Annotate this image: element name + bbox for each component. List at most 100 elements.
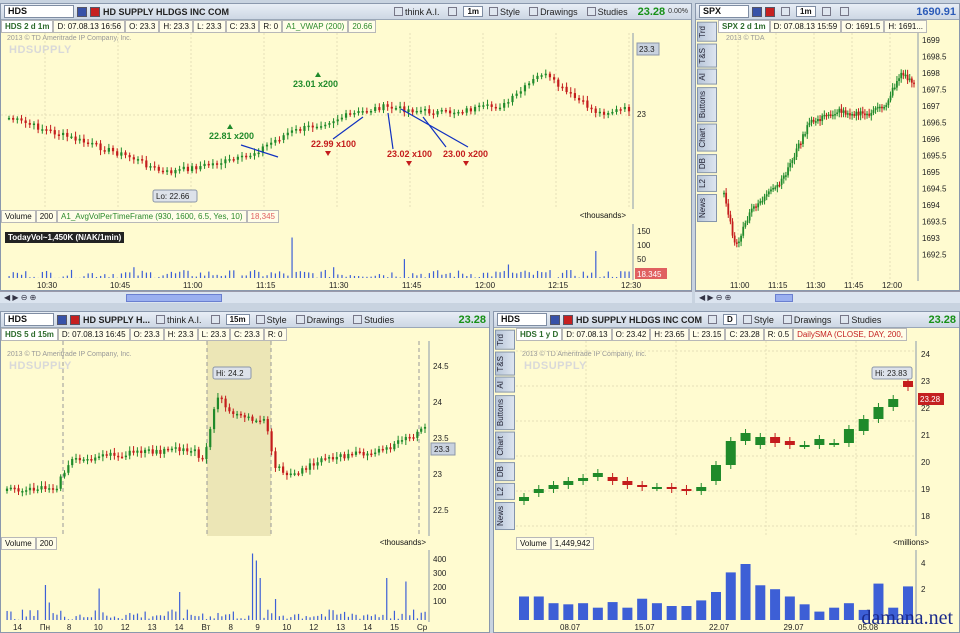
volume-bar [83, 276, 85, 278]
volume-tag: 18.345 [637, 270, 662, 279]
candle [344, 113, 348, 118]
candle [432, 113, 435, 115]
price-chart[interactable]: 22.81 x200 23.01 x200 22.99 x100 23.02 x100… [1, 33, 691, 209]
volume-bar [145, 272, 148, 278]
time-label: 13 [336, 623, 346, 632]
style-button[interactable] [819, 6, 834, 17]
volume-bar [341, 274, 343, 278]
side-tab-buttons[interactable]: Buttons [697, 86, 717, 122]
side-tab-ai[interactable]: AI [495, 377, 515, 393]
side-tab-ai[interactable]: AI [697, 69, 717, 85]
side-tab-l2[interactable]: L2 [697, 174, 717, 192]
horizontal-scrollbar[interactable]: ◀ ▶ ⊖ ⊕ [0, 291, 692, 303]
tools-icon[interactable] [778, 6, 793, 17]
link-icon[interactable] [550, 314, 560, 325]
studies-button[interactable]: Studies [350, 314, 397, 326]
volume-bar [386, 578, 388, 620]
studies-button[interactable]: Studies [584, 6, 631, 18]
scroll-controls-icon[interactable]: ◀ ▶ ⊖ ⊕ [4, 293, 36, 302]
drawings-button[interactable]: Drawings [526, 6, 581, 18]
scroll-controls-icon[interactable]: ◀ ▶ ⊖ ⊕ [699, 293, 731, 302]
flag-icon[interactable] [70, 314, 80, 325]
volume-bar [353, 275, 356, 278]
candle [339, 454, 342, 457]
volume-bar [12, 272, 14, 278]
volume-bar [599, 277, 601, 278]
side-tab-chart[interactable]: Chart [697, 123, 717, 152]
side-tab-ts[interactable]: T&S [697, 43, 717, 68]
price-chart[interactable]: Hi: 24.2 24.5 24 23.5 23 22.5 23.3 [1, 341, 489, 536]
time-label: 14 [363, 623, 373, 632]
side-tab-chart[interactable]: Chart [495, 431, 515, 460]
tools-icon[interactable] [705, 314, 720, 325]
side-tab-db[interactable]: DB [697, 153, 717, 173]
flag-icon[interactable] [765, 6, 775, 17]
link-icon[interactable] [77, 6, 87, 17]
price-chart[interactable]: Hi: 23.83 24 23 22 21 20 19 18 23.28 [516, 341, 960, 536]
think-ai-button[interactable]: think A.I. [153, 314, 205, 326]
symbol-input[interactable]: HDS [4, 313, 54, 326]
price-axis-label: 22.5 [433, 506, 449, 515]
volume-axis-label: 300 [433, 569, 447, 578]
candle [465, 108, 468, 113]
scroll-thumb[interactable] [126, 294, 222, 302]
side-tab-trd[interactable]: Trd [495, 330, 515, 350]
side-tab-ts[interactable]: T&S [495, 351, 515, 376]
trade-annotation: 22.81 x200 [209, 131, 254, 141]
volume-bar [563, 604, 574, 620]
studies-button[interactable]: Studies [837, 314, 884, 326]
company-name: HD SUPPLY HLDGS INC COM [576, 314, 703, 325]
link-icon[interactable] [57, 314, 67, 325]
candle [785, 175, 787, 177]
drawings-button[interactable]: Drawings [293, 314, 348, 326]
symbol-input[interactable]: SPX [699, 5, 749, 18]
tools-icon[interactable] [445, 6, 460, 17]
symbol-input[interactable]: HDS [4, 5, 74, 18]
symbol-input[interactable]: HDS [497, 313, 547, 326]
time-label: 11:00 [730, 281, 750, 290]
period-selector[interactable]: D [723, 314, 737, 325]
volume-chart[interactable]: 400 300 200 100 [1, 550, 489, 622]
flag-icon[interactable] [90, 6, 100, 17]
candle [836, 112, 839, 115]
candle [32, 487, 35, 491]
period-selector[interactable]: 1m [796, 6, 816, 17]
style-button[interactable]: Style [740, 314, 777, 326]
info-low: L: 23.3 [197, 328, 231, 341]
think-ai-button[interactable]: think A.I. [391, 6, 443, 18]
candle [82, 459, 85, 461]
side-tab-buttons[interactable]: Buttons [495, 394, 515, 430]
candle [849, 113, 851, 116]
period-selector[interactable]: 15m [225, 314, 250, 325]
drawings-button[interactable] [837, 6, 852, 17]
candle [453, 112, 456, 115]
candle [582, 100, 585, 102]
volume-chart[interactable]: 150 100 50 18.345 [1, 224, 691, 280]
side-tab-news[interactable]: News [495, 501, 515, 530]
tools-icon[interactable] [208, 314, 223, 325]
candle [189, 451, 193, 453]
period-selector[interactable]: 1m [463, 6, 484, 17]
candle [806, 125, 809, 135]
side-tab-trd[interactable]: Trd [697, 22, 717, 42]
spx-price-chart[interactable]: 1699 1698.5 1698 1697.5 1697 1696.5 1696 1695.5… [718, 33, 960, 281]
horizontal-scrollbar-spx[interactable]: ◀ ▶ ⊖ ⊕ [695, 291, 960, 303]
trade-annotation: 22.99 x100 [311, 139, 356, 149]
volume-axis-label: 150 [637, 227, 651, 236]
side-tab-l2[interactable]: L2 [495, 482, 515, 500]
side-tab-db[interactable]: DB [495, 461, 515, 481]
side-tab-news[interactable]: News [697, 193, 717, 222]
volume-bar [441, 274, 443, 278]
volume-bar [424, 277, 426, 278]
drawings-button[interactable]: Drawings [780, 314, 835, 326]
candle [212, 409, 216, 430]
style-button[interactable]: Style [486, 6, 523, 18]
candle [116, 151, 119, 156]
flag-icon[interactable] [563, 314, 573, 325]
time-label: 13 [147, 623, 157, 632]
link-icon[interactable] [752, 6, 762, 17]
time-label: 10:30 [37, 281, 58, 290]
style-button[interactable]: Style [253, 314, 290, 326]
scroll-thumb[interactable] [775, 294, 793, 302]
candle [400, 440, 404, 442]
